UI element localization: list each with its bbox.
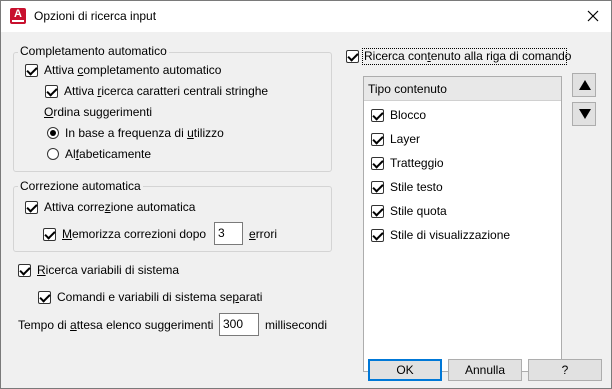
content-item-checkbox[interactable]: [371, 109, 384, 122]
title-bar: A Opzioni di ricerca input: [1, 1, 611, 32]
content-type-header-label: Tipo contenuto: [368, 82, 447, 96]
autocomplete-legend: Completamento automatico: [18, 44, 169, 58]
close-button[interactable]: [581, 5, 605, 27]
corrections-count-input[interactable]: 3: [214, 222, 243, 245]
content-item-checkbox[interactable]: [371, 157, 384, 170]
content-item-label[interactable]: Tratteggio: [390, 156, 444, 170]
content-item-checkbox[interactable]: [371, 181, 384, 194]
dialog-title: Opzioni di ricerca input: [34, 9, 157, 23]
content-item-label[interactable]: Layer: [390, 132, 420, 146]
content-item-checkbox[interactable]: [371, 133, 384, 146]
by-frequency-label[interactable]: In base a frequenza di utilizzo: [65, 126, 224, 140]
content-type-list[interactable]: Tipo contenuto Blocco Layer Tratteggio S…: [363, 76, 562, 372]
content-type-header: Tipo contenuto: [364, 77, 561, 101]
autocorrect-group: [13, 186, 332, 252]
search-sysvars-checkbox[interactable]: [18, 264, 31, 277]
enable-autocomplete-label[interactable]: Attiva completamento automatico: [44, 63, 221, 77]
mid-string-search-label[interactable]: Attiva ricerca caratteri centrali string…: [64, 84, 268, 98]
mid-string-search-checkbox[interactable]: [45, 85, 58, 98]
close-icon: [587, 10, 599, 22]
content-item-label[interactable]: Blocco: [390, 108, 426, 122]
content-item-label[interactable]: Stile quota: [390, 204, 447, 218]
cancel-button[interactable]: Annulla: [448, 359, 522, 381]
triangle-up-icon: [579, 80, 591, 90]
sort-suggestions-label: Ordina suggerimenti: [44, 105, 153, 119]
move-up-button[interactable]: [572, 73, 596, 97]
content-item-checkbox[interactable]: [371, 229, 384, 242]
remember-corrections-checkbox[interactable]: [43, 228, 56, 241]
content-item-label[interactable]: Stile di visualizzazione: [390, 228, 510, 242]
remember-corrections-label[interactable]: Memorizza correzioni dopo: [62, 227, 206, 241]
errors-suffix-label: errori: [249, 227, 278, 241]
delay-unit-label: millisecondi: [265, 318, 328, 332]
triangle-down-icon: [579, 109, 591, 119]
alphabetical-label[interactable]: Alfabeticamente: [65, 147, 151, 161]
help-button[interactable]: ?: [528, 359, 602, 381]
content-search-checkbox[interactable]: [346, 50, 359, 63]
separate-commands-label[interactable]: Comandi e variabili di sistema separati: [57, 290, 262, 304]
enable-autocomplete-checkbox[interactable]: [25, 64, 38, 77]
options-dialog: A Opzioni di ricerca input Completamento…: [0, 0, 612, 389]
autocad-app-icon: A: [10, 8, 26, 24]
content-item-checkbox[interactable]: [371, 205, 384, 218]
ok-button[interactable]: OK: [368, 359, 442, 381]
autocorrect-legend: Correzione automatica: [18, 179, 143, 193]
by-frequency-radio[interactable]: [47, 127, 59, 139]
move-down-button[interactable]: [572, 102, 596, 126]
separate-commands-checkbox[interactable]: [38, 291, 51, 304]
content-search-label[interactable]: Ricerca contenuto alla riga di comando: [364, 49, 571, 63]
content-item-label[interactable]: Stile testo: [390, 180, 443, 194]
search-sysvars-label[interactable]: Ricerca variabili di sistema: [37, 263, 179, 277]
delay-label: Tempo di attesa elenco suggerimenti: [18, 318, 214, 332]
alphabetical-radio[interactable]: [47, 148, 59, 160]
enable-autocorrect-label[interactable]: Attiva correzione automatica: [44, 200, 195, 214]
enable-autocorrect-checkbox[interactable]: [25, 201, 38, 214]
delay-input[interactable]: 300: [219, 313, 259, 336]
